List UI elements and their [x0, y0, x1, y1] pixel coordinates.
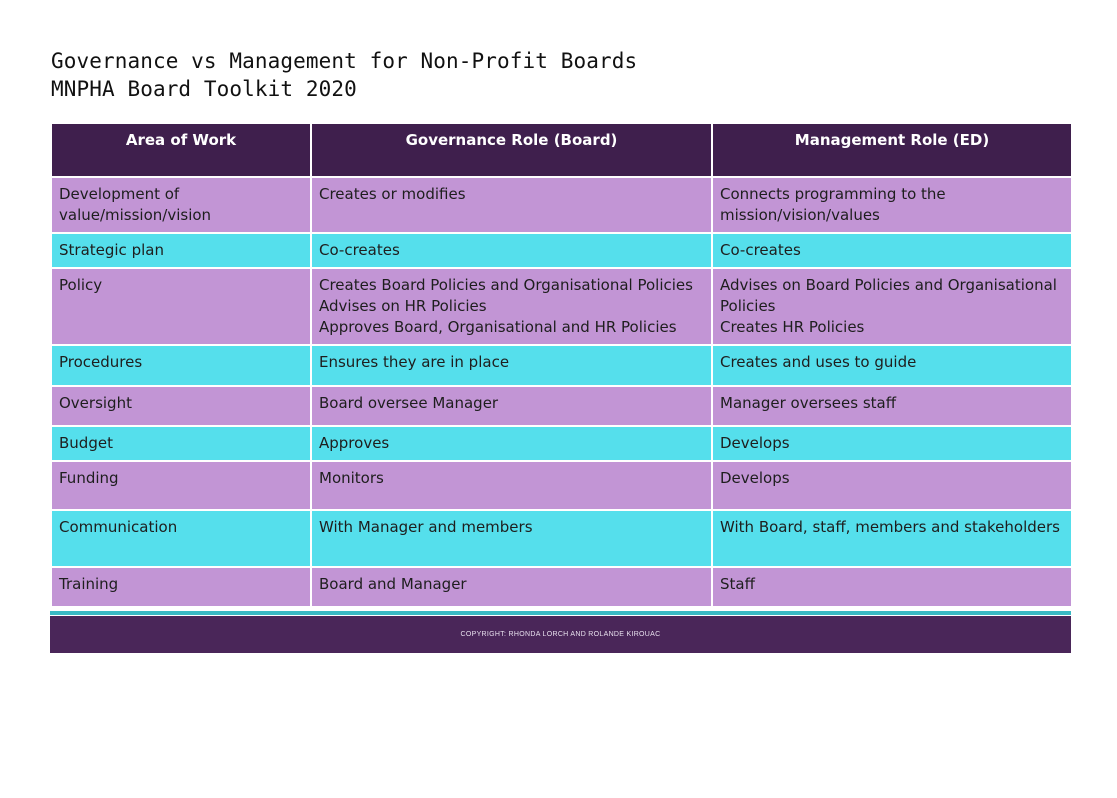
management-role-line: Advises on Board Policies and Organisati…: [720, 276, 1057, 315]
governance-table: Area of Work Governance Role (Board) Man…: [50, 122, 1073, 608]
cell-governance-role: Creates Board Policies and Organisationa…: [310, 267, 713, 346]
cell-governance-role: Board oversee Manager: [310, 385, 713, 427]
governance-role-line: Co-creates: [319, 241, 400, 259]
governance-role-line: Board oversee Manager: [319, 394, 499, 412]
cell-governance-role: Ensures they are in place: [310, 344, 713, 387]
management-role-line: Connects programming to the mission/visi…: [720, 185, 946, 224]
table-body: Development of value/mission/vision Creat…: [50, 176, 1073, 608]
table-row: Strategic plan Co-creates Co-creates: [50, 232, 1073, 269]
governance-role-line: Approves Board, Organisational and HR Po…: [319, 318, 677, 336]
table-row: Policy Creates Board Policies and Organis…: [50, 267, 1073, 346]
header-governance-role: Governance Role (Board): [310, 122, 713, 178]
table-row: Training Board and Manager Staff: [50, 566, 1073, 608]
governance-role-line: Advises on HR Policies: [319, 297, 487, 315]
page-heading: Governance vs Management for Non-Profit …: [51, 47, 637, 103]
management-role-line: Staff: [720, 575, 755, 593]
table-row: Funding Monitors Develops: [50, 460, 1073, 511]
cell-governance-role: With Manager and members: [310, 509, 713, 568]
cell-governance-role: Monitors: [310, 460, 713, 511]
cell-management-role: Creates and uses to guide: [711, 344, 1073, 387]
cell-management-role: Co-creates: [711, 232, 1073, 269]
table-header-row: Area of Work Governance Role (Board) Man…: [50, 122, 1073, 178]
table-row: Development of value/mission/vision Creat…: [50, 176, 1073, 234]
cell-governance-role: Creates or modifies: [310, 176, 713, 234]
governance-role-line: Ensures they are in place: [319, 353, 510, 371]
cell-area-of-work: Budget: [50, 425, 312, 462]
management-role-line: Co-creates: [720, 241, 801, 259]
management-role-line: Creates and uses to guide: [720, 353, 917, 371]
cell-area-of-work: Training: [50, 566, 312, 608]
footer-bar: COPYRIGHT: RHONDA LORCH AND ROLANDE KIRO…: [50, 616, 1071, 653]
cell-area-of-work: Funding: [50, 460, 312, 511]
cell-area-of-work: Development of value/mission/vision: [50, 176, 312, 234]
table-row: Oversight Board oversee Manager Manager ov…: [50, 385, 1073, 427]
cell-area-of-work: Procedures: [50, 344, 312, 387]
cell-management-role: Staff: [711, 566, 1073, 608]
management-role-line: Develops: [720, 469, 790, 487]
cell-governance-role: Board and Manager: [310, 566, 713, 608]
table-row: Communication With Manager and members Wit…: [50, 509, 1073, 568]
management-role-line: Creates HR Policies: [720, 318, 865, 336]
cell-management-role: Connects programming to the mission/visi…: [711, 176, 1073, 234]
page-subtitle: MNPHA Board Toolkit 2020: [51, 77, 357, 101]
cell-governance-role: Approves: [310, 425, 713, 462]
governance-role-line: With Manager and members: [319, 518, 533, 536]
governance-role-line: Approves: [319, 434, 390, 452]
header-management-role: Management Role (ED): [711, 122, 1073, 178]
footer-accent-line: [50, 611, 1071, 615]
management-role-line: Manager oversees staff: [720, 394, 897, 412]
table-row: Procedures Ensures they are in place Creat…: [50, 344, 1073, 387]
cell-area-of-work: Policy: [50, 267, 312, 346]
cell-area-of-work: Strategic plan: [50, 232, 312, 269]
cell-management-role: Develops: [711, 460, 1073, 511]
page-title: Governance vs Management for Non-Profit …: [51, 49, 638, 73]
cell-management-role: With Board, staff, members and stakehold…: [711, 509, 1073, 568]
governance-role-line: Creates or modifies: [319, 185, 466, 203]
governance-role-line: Monitors: [319, 469, 384, 487]
management-role-line: Develops: [720, 434, 790, 452]
copyright-text: COPYRIGHT: RHONDA LORCH AND ROLANDE KIRO…: [460, 631, 661, 638]
table-row: Budget Approves Develops: [50, 425, 1073, 462]
governance-role-line: Creates Board Policies and Organisationa…: [319, 276, 693, 294]
governance-role-line: Board and Manager: [319, 575, 467, 593]
cell-management-role: Advises on Board Policies and Organisati…: [711, 267, 1073, 346]
governance-table-container: Area of Work Governance Role (Board) Man…: [50, 122, 1073, 608]
cell-management-role: Develops: [711, 425, 1073, 462]
cell-area-of-work: Oversight: [50, 385, 312, 427]
header-area-of-work: Area of Work: [50, 122, 312, 178]
cell-management-role: Manager oversees staff: [711, 385, 1073, 427]
cell-area-of-work: Communication: [50, 509, 312, 568]
cell-governance-role: Co-creates: [310, 232, 713, 269]
management-role-line: With Board, staff, members and stakehold…: [720, 518, 1060, 536]
